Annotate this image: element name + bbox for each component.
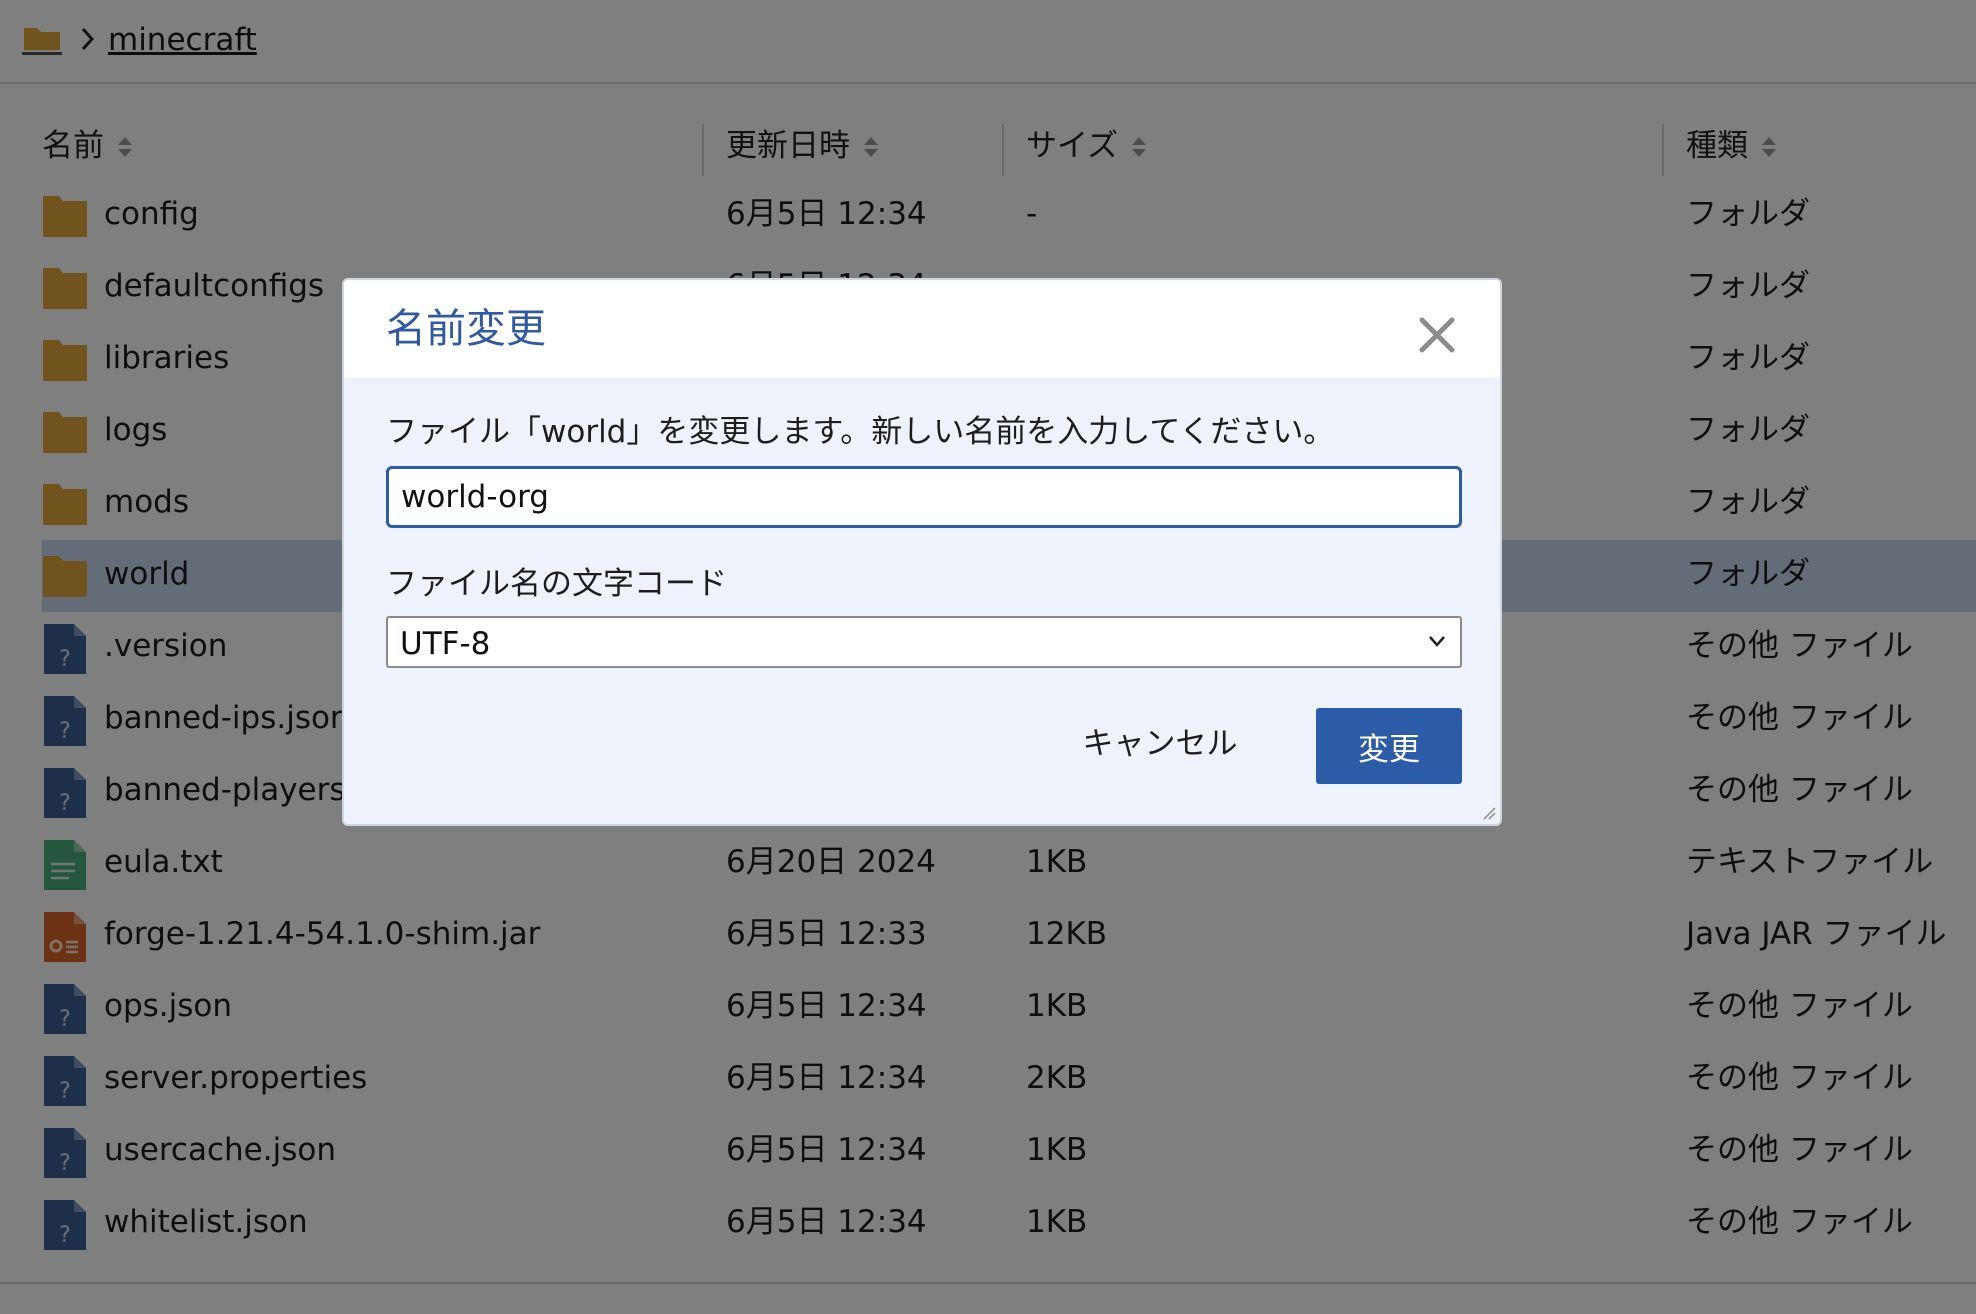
chevron-down-icon [1429, 636, 1445, 647]
dialog-header: 名前変更 [344, 280, 1500, 378]
close-icon[interactable] [1418, 316, 1456, 354]
cancel-button[interactable]: キャンセル [1060, 702, 1260, 778]
file-manager-page: minecraft 名前 更新日時 サイズ 種類 config6月 [0, 0, 1976, 1314]
charset-label: ファイル名の文字コード [386, 566, 727, 602]
dialog-message: ファイル「world」を変更します。新しい名前を入力してください。 [386, 414, 1335, 450]
rename-confirm-button[interactable]: 変更 [1316, 708, 1462, 784]
resize-grip-icon[interactable] [1482, 806, 1496, 820]
rename-dialog: 名前変更 ファイル「world」を変更します。新しい名前を入力してください。 フ… [342, 278, 1502, 826]
dialog-title: 名前変更 [386, 306, 546, 352]
charset-selected-value: UTF-8 [400, 626, 491, 662]
new-name-input[interactable] [386, 466, 1462, 528]
charset-select[interactable]: UTF-8 [386, 616, 1462, 668]
